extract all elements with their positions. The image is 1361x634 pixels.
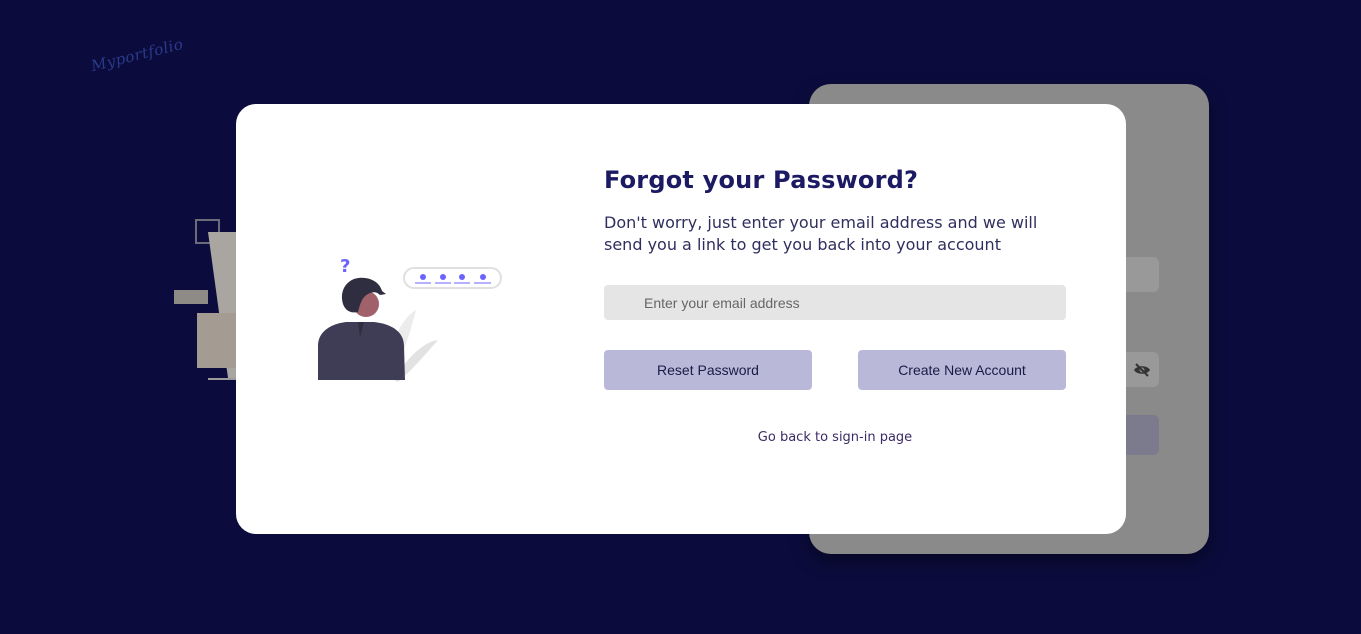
background-signin-button — [1125, 415, 1159, 455]
modal-title: Forgot your Password? — [604, 166, 919, 194]
brand-logo: Myportfolio — [89, 34, 186, 76]
reset-password-button[interactable]: Reset Password — [604, 350, 812, 390]
forgot-password-modal: ? Forgot your Password? Don't worry, jus… — [236, 104, 1126, 534]
modal-content: Forgot your Password? Don't worry, just … — [604, 166, 1066, 445]
background-illustration — [174, 219, 242, 380]
create-account-button[interactable]: Create New Account — [858, 350, 1066, 390]
email-input[interactable] — [604, 285, 1066, 320]
background-password-input — [1125, 352, 1159, 387]
modal-description: Don't worry, just enter your email addre… — [604, 213, 1038, 254]
eye-slash-icon — [1134, 362, 1150, 377]
background-input — [1125, 257, 1159, 292]
person-forgot-password-illustration: ? — [318, 256, 502, 382]
action-buttons: Reset Password Create New Account — [604, 350, 1066, 390]
back-to-signin-link[interactable]: Go back to sign-in page — [604, 430, 1066, 445]
svg-text:?: ? — [340, 256, 350, 277]
